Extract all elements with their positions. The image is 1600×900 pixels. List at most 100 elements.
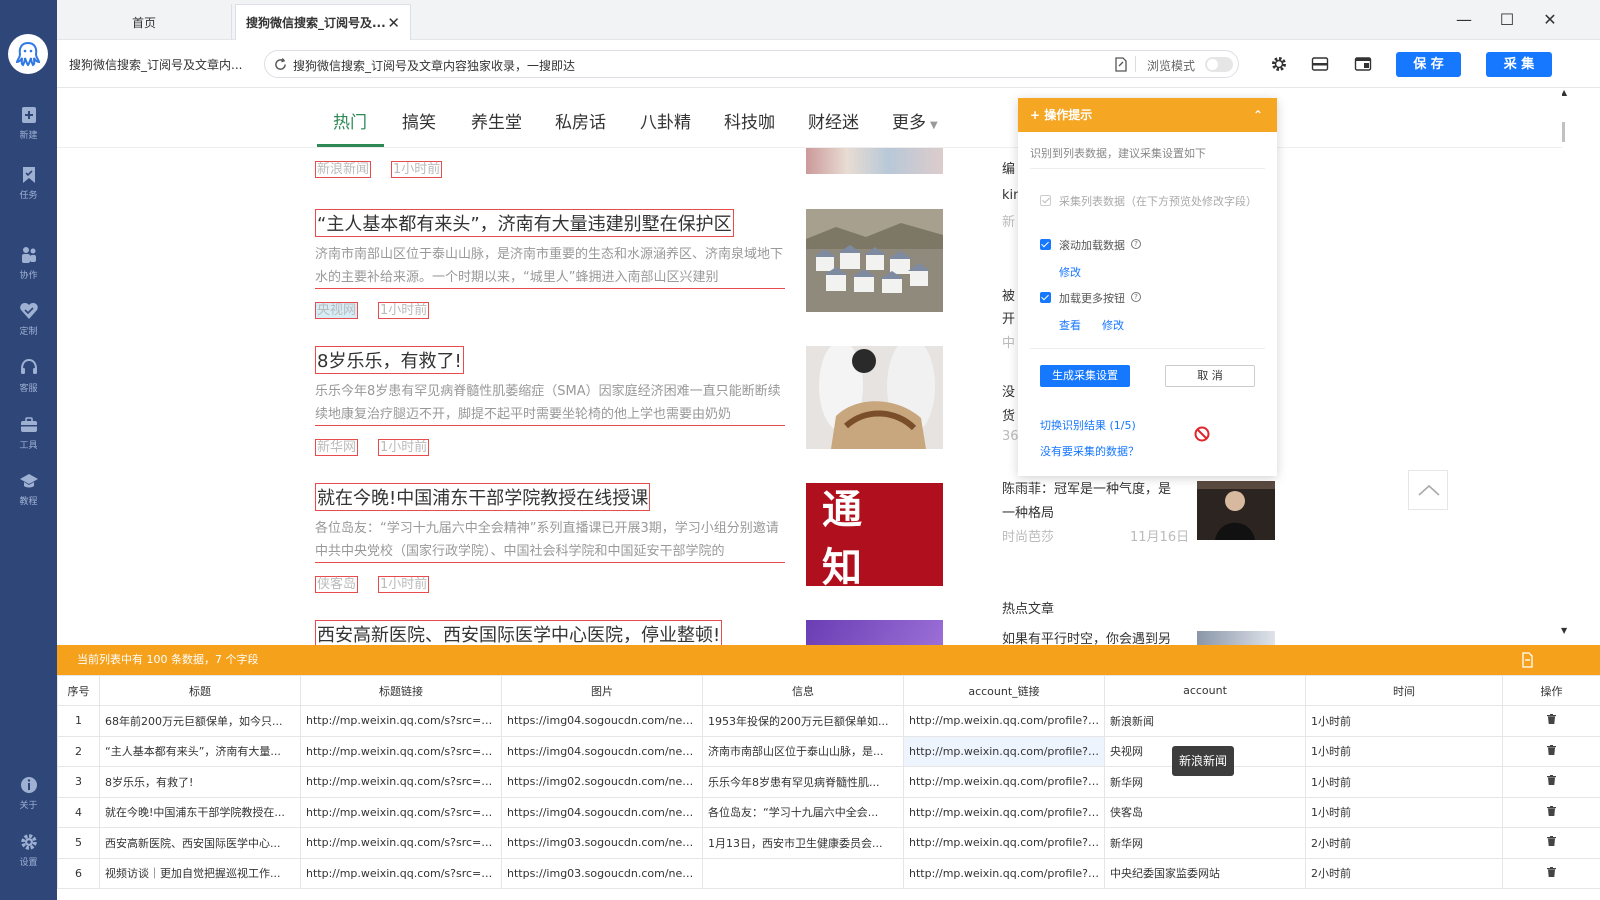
- table-cell[interactable]: 1小时前: [1305, 796, 1503, 828]
- table-cell[interactable]: https://img03.sogoucdn.com/net/...: [501, 827, 703, 859]
- checkbox-collect-list[interactable]: [1040, 195, 1051, 206]
- save-button[interactable]: 保 存: [1396, 52, 1461, 77]
- table-cell[interactable]: https://img04.sogoucdn.com/net/...: [501, 796, 703, 828]
- scroll-to-top-button[interactable]: [1408, 470, 1448, 510]
- refresh-icon[interactable]: [274, 58, 287, 71]
- table-cell[interactable]: 1小时前: [1305, 766, 1503, 798]
- col-header-account[interactable]: account: [1104, 675, 1306, 706]
- sidebar-item-new[interactable]: 新建: [0, 105, 57, 141]
- sidebar-item-tutorial[interactable]: 教程: [0, 471, 57, 507]
- close-tab-icon[interactable]: ✕: [387, 14, 400, 32]
- view-load-more-link[interactable]: 查看: [1059, 317, 1081, 333]
- trash-icon[interactable]: [1547, 805, 1556, 816]
- panel-view-icon[interactable]: [1354, 55, 1372, 73]
- table-cell[interactable]: https://img02.sogoucdn.com/net/...: [501, 766, 703, 798]
- table-cell[interactable]: 8岁乐乐，有救了!: [99, 766, 301, 798]
- table-cell[interactable]: [702, 857, 904, 889]
- table-cell[interactable]: 1小时前: [1305, 705, 1503, 737]
- article-thumbnail-villas[interactable]: [806, 209, 943, 312]
- trash-icon[interactable]: [1547, 866, 1556, 877]
- option-collect-list[interactable]: 采集列表数据（在下方预览处修改字段）: [1040, 193, 1257, 210]
- table-cell[interactable]: 1月13日，西安市卫生健康委员会...: [702, 827, 904, 859]
- doc-edit-icon[interactable]: [1114, 57, 1128, 72]
- close-window-button[interactable]: ✕: [1540, 10, 1560, 30]
- table-cell[interactable]: 5: [57, 827, 100, 859]
- table-cell[interactable]: 就在今晚!中国浦东干部学院教授在...: [99, 796, 301, 828]
- article-title[interactable]: 就在今晚!中国浦东干部学院教授在线授课: [315, 483, 651, 511]
- settings-gear-icon[interactable]: [1270, 55, 1288, 73]
- col-header-time[interactable]: 时间: [1305, 675, 1503, 706]
- table-cell[interactable]: 1小时前: [1305, 735, 1503, 767]
- table-row[interactable]: 4 就在今晚!中国浦东干部学院教授在... http://mp.weixin.qq.…: [57, 796, 1600, 828]
- table-cell[interactable]: 新华网: [1104, 827, 1306, 859]
- help-icon[interactable]: ?: [1131, 239, 1141, 249]
- article-title[interactable]: “主人基本都有来头”，济南有大量违建别墅在保护区: [315, 209, 734, 237]
- trash-icon[interactable]: [1547, 714, 1556, 725]
- option-scroll-load[interactable]: 滚动加载数据 ?: [1040, 237, 1141, 253]
- cancel-button[interactable]: 取 消: [1165, 365, 1255, 387]
- collapse-chevron-icon[interactable]: ⌃: [1253, 98, 1263, 132]
- article-title[interactable]: 西安高新医院、西安国际医学中心医院，停业整顿!: [315, 620, 723, 645]
- table-cell[interactable]: 视频访谈｜更加自觉把握巡视工作...: [99, 857, 301, 889]
- checkbox-load-more[interactable]: [1040, 292, 1051, 303]
- side-article-thumbnail[interactable]: [1197, 481, 1275, 540]
- table-cell[interactable]: http://mp.weixin.qq.com/profile?sr...: [903, 766, 1105, 798]
- tab-sogou-weixin[interactable]: 搜狗微信搜索_订阅号及... ✕: [235, 4, 411, 40]
- table-cell[interactable]: 新浪新闻: [1104, 705, 1306, 737]
- trash-icon[interactable]: [1547, 775, 1556, 786]
- checkbox-scroll-load[interactable]: [1040, 239, 1051, 250]
- table-cell[interactable]: https://img04.sogoucdn.com/net/...: [501, 735, 703, 767]
- help-icon[interactable]: ?: [1131, 292, 1141, 302]
- category-private[interactable]: 私房话: [555, 108, 606, 133]
- table-row[interactable]: 1 68年前200万元巨额保单，如今只... http://mp.weixin.qq…: [57, 705, 1600, 737]
- table-cell[interactable]: 2小时前: [1305, 827, 1503, 859]
- table-cell[interactable]: 济南市南部山区位于泰山山脉，是...: [702, 735, 904, 767]
- card-view-icon[interactable]: [1311, 55, 1329, 73]
- col-header-image[interactable]: 图片: [501, 675, 703, 706]
- app-logo[interactable]: [8, 34, 48, 74]
- sidebar-item-about[interactable]: 关于: [0, 775, 57, 811]
- table-cell[interactable]: 6: [57, 857, 100, 889]
- modify-load-more-link[interactable]: 修改: [1102, 317, 1124, 333]
- scroll-down-arrow-icon[interactable]: ▼: [1561, 626, 1567, 635]
- table-cell[interactable]: http://mp.weixin.qq.com/s?src=11...: [300, 827, 502, 859]
- table-cell[interactable]: http://mp.weixin.qq.com/profile?sr...: [903, 857, 1105, 889]
- table-cell[interactable]: 2: [57, 735, 100, 767]
- article-thumbnail[interactable]: [806, 148, 943, 174]
- category-health[interactable]: 养生堂: [471, 108, 522, 133]
- col-header-info[interactable]: 信息: [702, 675, 904, 706]
- table-cell[interactable]: http://mp.weixin.qq.com/s?src=11...: [300, 796, 502, 828]
- hot-article-thumbnail[interactable]: [1197, 631, 1275, 645]
- table-cell[interactable]: 侠客岛: [1104, 796, 1306, 828]
- table-cell[interactable]: 乐乐今年8岁患有罕见病脊髓性肌...: [702, 766, 904, 798]
- article-item[interactable]: 新浪新闻 1小时前: [315, 147, 785, 178]
- col-header-title-link[interactable]: 标题链接: [300, 675, 502, 706]
- url-bar[interactable]: 搜狗微信搜索_订阅号及文章内容独家收录，一搜即达 浏览模式: [264, 50, 1239, 78]
- trash-icon[interactable]: [1547, 744, 1556, 755]
- table-cell[interactable]: https://img03.sogoucdn.com/net/...: [501, 857, 703, 889]
- category-finance[interactable]: 财经迷: [808, 108, 859, 133]
- table-cell[interactable]: 1953年投保的200万元巨额保单如...: [702, 705, 904, 737]
- category-funny[interactable]: 搞笑: [402, 108, 436, 133]
- hot-article-title[interactable]: 如果有平行时空，你会遇到另: [1002, 628, 1171, 645]
- maximize-button[interactable]: ☐: [1497, 10, 1517, 30]
- table-row[interactable]: 2 “主人基本都有来头”，济南有大量... http://mp.weixin.qq.…: [57, 735, 1600, 767]
- col-header-account-link[interactable]: account_链接: [903, 675, 1105, 706]
- table-cell[interactable]: 各位岛友：“学习十九届六中全会...: [702, 796, 904, 828]
- sidebar-item-support[interactable]: 客服: [0, 358, 57, 394]
- table-cell[interactable]: “主人基本都有来头”，济南有大量...: [99, 735, 301, 767]
- no-data-link[interactable]: 没有要采集的数据？: [1040, 443, 1139, 459]
- article-item[interactable]: 8岁乐乐，有救了! 乐乐今年8岁患有罕见病脊髓性肌萎缩症（SMA）因家庭经济困难…: [315, 346, 785, 456]
- article-thumbnail-patient[interactable]: [806, 338, 943, 449]
- category-tech[interactable]: 科技咖: [724, 108, 775, 133]
- sidebar-item-settings[interactable]: 设置: [0, 832, 57, 868]
- table-row[interactable]: 5 西安高新医院、西安国际医学中心... http://mp.weixin.qq.c…: [57, 827, 1600, 859]
- side-article-title[interactable]: 陈雨菲：冠军是一种气度，是: [1002, 478, 1171, 497]
- browse-mode-toggle[interactable]: [1205, 57, 1233, 72]
- table-cell[interactable]: 3: [57, 766, 100, 798]
- sidebar-item-custom[interactable]: 定制: [0, 301, 57, 337]
- generate-settings-button[interactable]: 生成采集设置: [1040, 365, 1130, 387]
- article-title[interactable]: 8岁乐乐，有救了!: [315, 346, 464, 374]
- table-row[interactable]: 3 8岁乐乐，有救了! http://mp.weixin.qq.com/s?src=…: [57, 766, 1600, 798]
- vertical-scrollbar[interactable]: ▲ ▼: [1561, 88, 1600, 645]
